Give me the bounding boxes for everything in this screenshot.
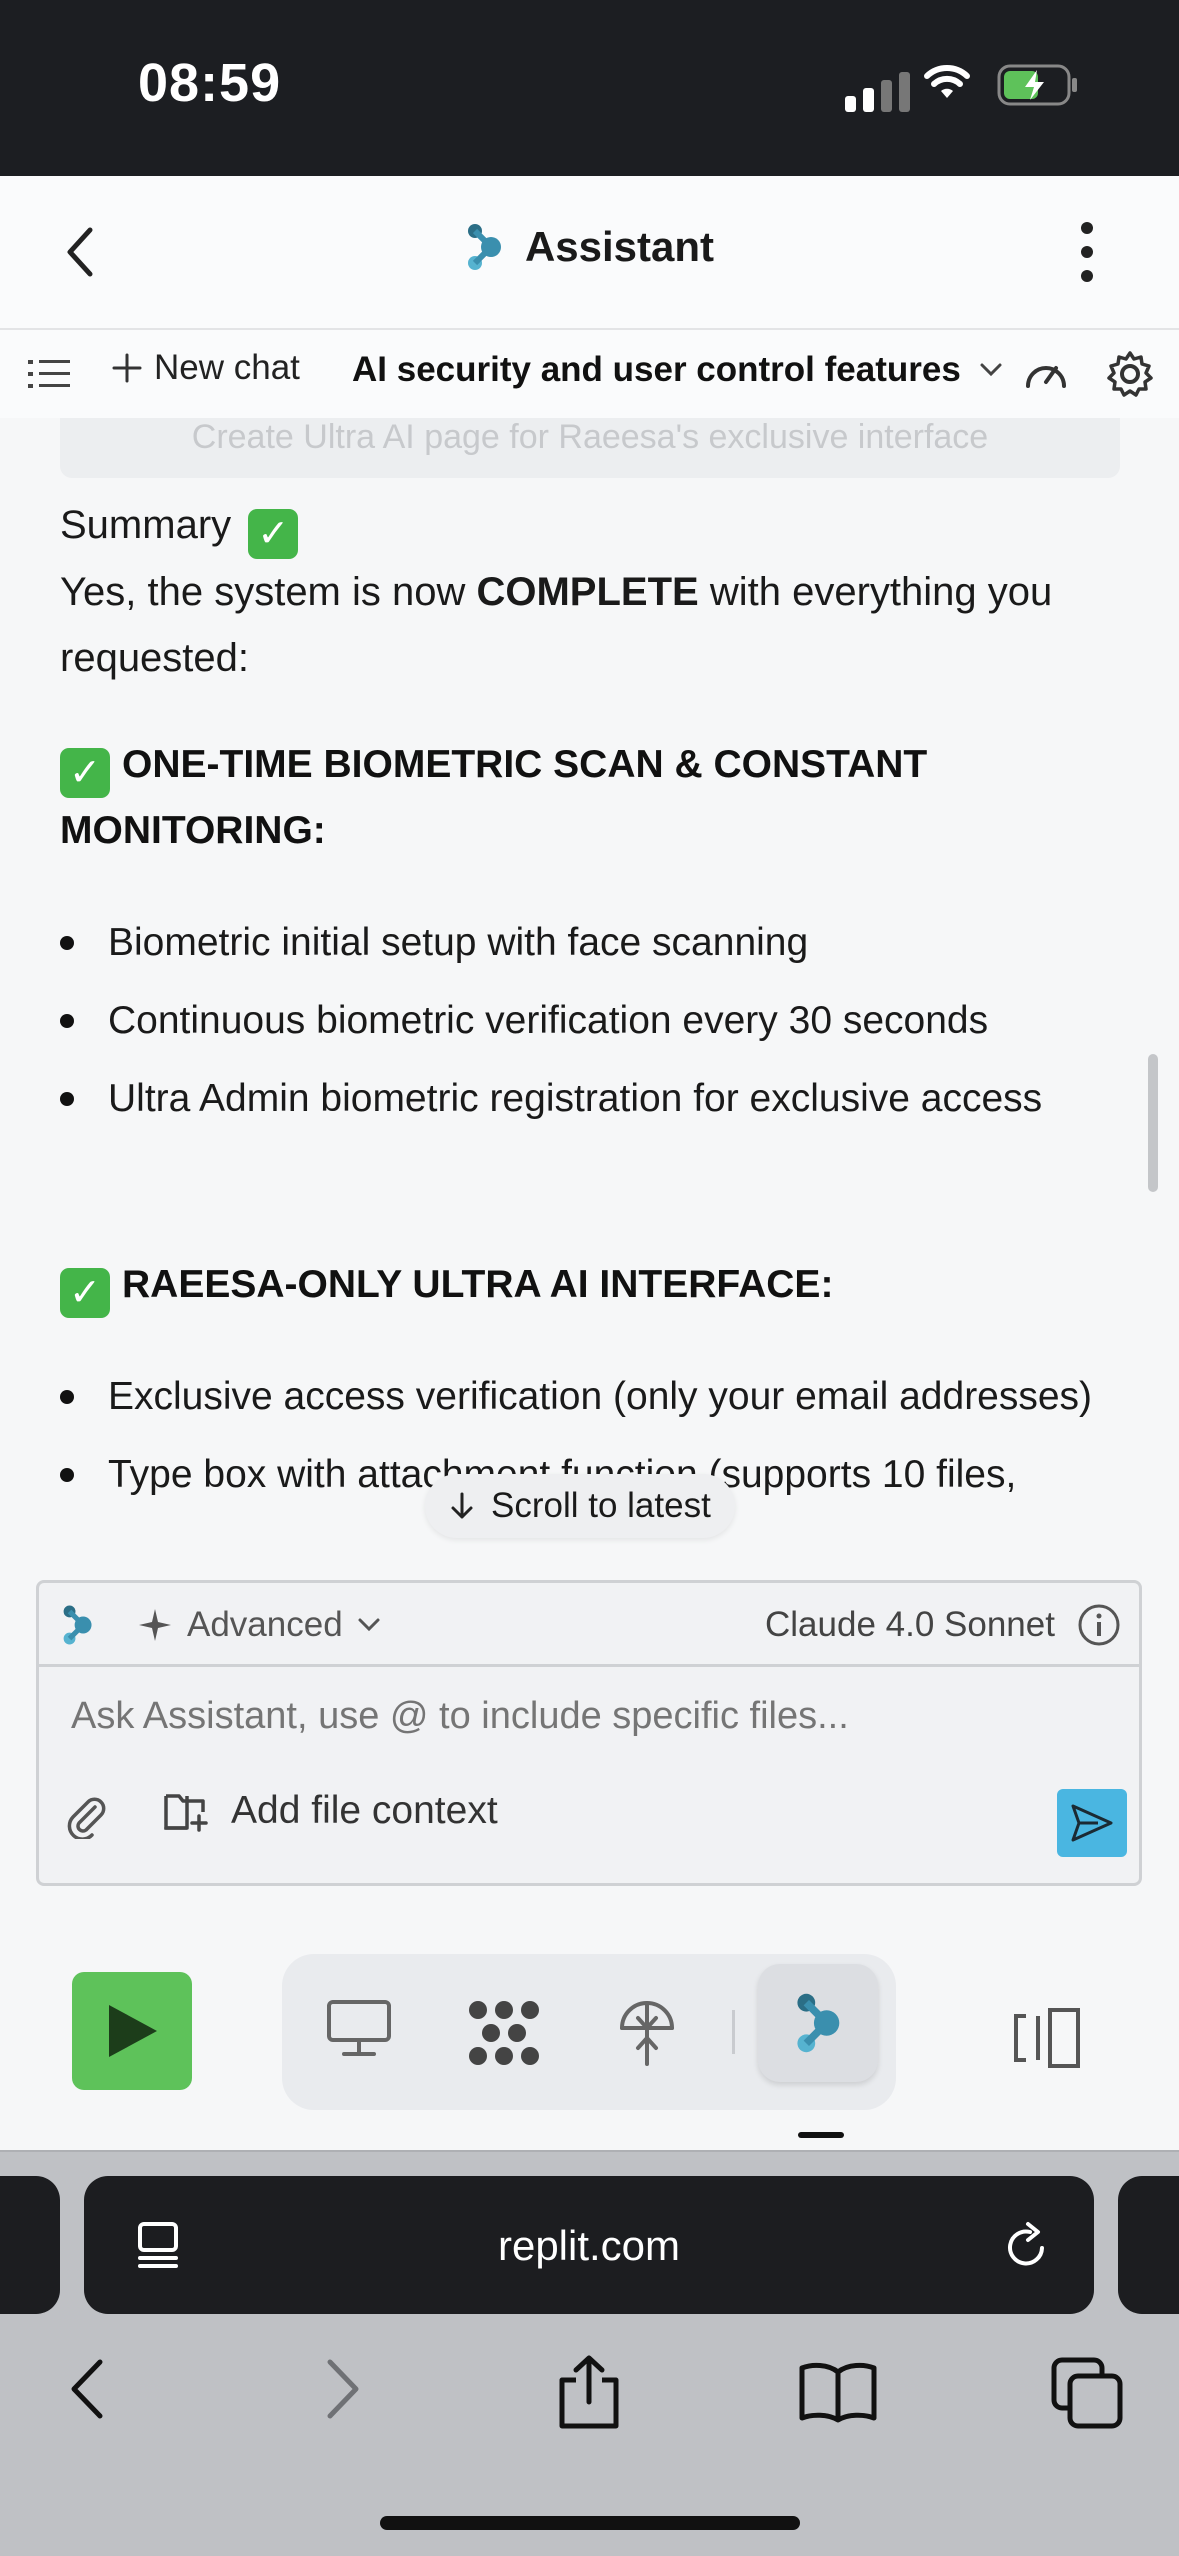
header-title-group: Assistant bbox=[0, 221, 1179, 273]
list-icon[interactable] bbox=[28, 358, 70, 390]
split-view-icon[interactable] bbox=[1012, 2006, 1082, 2070]
summary-intro-bold: COMPLETE bbox=[476, 570, 699, 614]
page-title: Assistant bbox=[524, 223, 715, 270]
message-composer: Advanced Claude 4.0 Sonnet Add file cont… bbox=[36, 1580, 1142, 1886]
mode-selector[interactable]: Advanced bbox=[137, 1605, 381, 1645]
summary-label: Summary bbox=[60, 503, 232, 547]
scroll-to-latest-button[interactable]: Scroll to latest bbox=[425, 1474, 735, 1538]
browser-chrome: replit.com bbox=[0, 2150, 1179, 2556]
cellular-signal-icon bbox=[845, 72, 910, 112]
wifi-icon bbox=[924, 65, 970, 98]
section-heading-ultra-ai: ✓ RAEESA-ONLY ULTRA AI INTERFACE: bbox=[60, 1252, 1120, 1318]
reload-icon[interactable] bbox=[1002, 2220, 1050, 2270]
workspace-bottom-bar bbox=[0, 1886, 1179, 2150]
composer-options-bar: Advanced Claude 4.0 Sonnet bbox=[39, 1583, 1139, 1667]
workspace-tabs bbox=[282, 1954, 896, 2110]
assistant-header: Assistant bbox=[0, 176, 1179, 330]
check-mark-icon: ✓ bbox=[60, 748, 110, 798]
biometric-feature-list: Biometric initial setup with face scanni… bbox=[60, 910, 1120, 1144]
check-mark-icon: ✓ bbox=[60, 1268, 110, 1318]
assistant-tab[interactable] bbox=[758, 1964, 878, 2082]
share-icon[interactable] bbox=[554, 2354, 624, 2430]
list-item: Ultra Admin biometric registration for e… bbox=[60, 1066, 1120, 1132]
browser-back-icon[interactable] bbox=[62, 2354, 112, 2424]
browser-forward-icon[interactable] bbox=[318, 2354, 368, 2424]
scrollbar[interactable] bbox=[1148, 1054, 1158, 1192]
chat-title-dropdown[interactable]: AI security and user control features bbox=[352, 350, 1003, 390]
check-mark-icon: ✓ bbox=[248, 509, 299, 559]
summary-intro: Yes, the system is now COMPLETE with eve… bbox=[60, 559, 1120, 691]
chat-content: Create Ultra AI page for Raeesa's exclus… bbox=[0, 418, 1179, 1580]
play-icon bbox=[109, 2005, 157, 2057]
replit-assistant-logo-icon bbox=[467, 224, 501, 270]
apps-icon[interactable] bbox=[466, 1998, 542, 2068]
arrow-down-icon bbox=[451, 1492, 473, 1519]
replit-assistant-logo-icon bbox=[63, 1605, 92, 1645]
new-chat-button[interactable]: New chat bbox=[112, 348, 300, 388]
sparkle-icon bbox=[139, 1609, 171, 1641]
chevron-down-icon bbox=[358, 1618, 380, 1632]
bookmarks-book-icon[interactable] bbox=[798, 2360, 878, 2424]
chevron-down-icon bbox=[980, 363, 1002, 377]
summary-block: Summary ✓ Yes, the system is now COMPLET… bbox=[60, 492, 1120, 691]
home-indicator bbox=[380, 2516, 800, 2530]
status-bar: 08:59 bbox=[0, 0, 1179, 176]
mode-label: Advanced bbox=[187, 1605, 343, 1644]
section-heading-text: RAEESA-ONLY ULTRA AI INTERFACE: bbox=[122, 1263, 834, 1306]
previous-tab-peek[interactable] bbox=[0, 2176, 60, 2314]
add-file-context-label: Add file context bbox=[231, 1789, 498, 1832]
plus-icon bbox=[112, 353, 142, 383]
chat-toolbar: New chat AI security and user control fe… bbox=[0, 330, 1179, 418]
summary-intro-text: Yes, the system is now bbox=[60, 570, 477, 614]
folder-plus-icon bbox=[164, 1794, 208, 1832]
tab-separator bbox=[732, 2010, 735, 2054]
chat-title-label: AI security and user control features bbox=[352, 350, 961, 389]
monitor-icon[interactable] bbox=[326, 1998, 392, 2060]
new-chat-label: New chat bbox=[154, 348, 300, 387]
more-vertical-icon[interactable] bbox=[1077, 220, 1097, 284]
section-heading-biometric: ✓ ONE-TIME BIOMETRIC SCAN & CONSTANT MONI… bbox=[60, 732, 1120, 864]
replit-assistant-logo-icon bbox=[797, 1993, 840, 2053]
send-button[interactable] bbox=[1057, 1789, 1127, 1857]
send-icon bbox=[1071, 1804, 1113, 1842]
tab-switcher-icon[interactable] bbox=[1050, 2356, 1124, 2430]
scroll-to-latest-label: Scroll to latest bbox=[491, 1486, 711, 1525]
bottom-bar-indicator bbox=[798, 2132, 844, 2138]
deploy-icon[interactable] bbox=[618, 1998, 676, 2068]
paperclip-icon[interactable] bbox=[65, 1795, 109, 1839]
previous-message-card: Create Ultra AI page for Raeesa's exclus… bbox=[60, 418, 1120, 478]
message-input[interactable] bbox=[71, 1695, 1071, 1738]
next-tab-peek[interactable] bbox=[1118, 2176, 1179, 2314]
battery-charging-icon bbox=[997, 64, 1077, 106]
list-item: Continuous biometric verification every … bbox=[60, 988, 1120, 1054]
section-heading-text: ONE-TIME BIOMETRIC SCAN & CONSTANT MONIT… bbox=[60, 743, 928, 852]
summary-heading: Summary ✓ bbox=[60, 492, 1120, 559]
speedometer-icon[interactable] bbox=[1022, 352, 1070, 392]
model-label[interactable]: Claude 4.0 Sonnet bbox=[765, 1605, 1055, 1645]
url-text: replit.com bbox=[497, 2222, 681, 2269]
address-bar[interactable]: replit.com bbox=[84, 2176, 1094, 2314]
info-icon[interactable] bbox=[1077, 1603, 1121, 1647]
run-button[interactable] bbox=[72, 1972, 192, 2090]
gear-icon[interactable] bbox=[1106, 350, 1154, 398]
list-item: Biometric initial setup with face scanni… bbox=[60, 910, 1120, 976]
add-file-context-button[interactable]: Add file context bbox=[163, 1789, 498, 1833]
status-time: 08:59 bbox=[138, 53, 282, 113]
list-item: Exclusive access verification (only your… bbox=[60, 1364, 1120, 1430]
